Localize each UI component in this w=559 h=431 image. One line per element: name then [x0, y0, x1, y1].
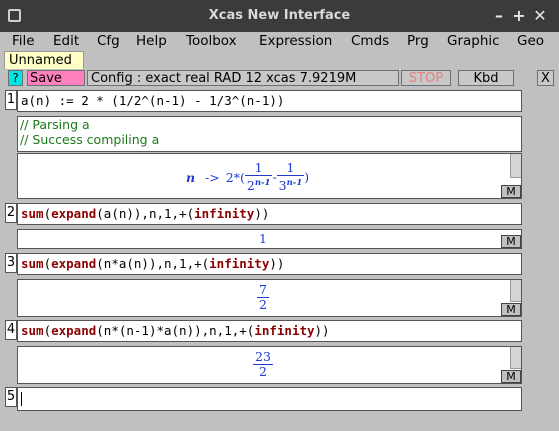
close-session-button[interactable]: X	[537, 70, 554, 86]
log-line: // Success compiling a	[20, 132, 160, 147]
math-output: 72 M	[17, 279, 522, 317]
result-value: 1	[259, 231, 267, 246]
menu-help[interactable]: Help	[136, 32, 167, 51]
maximize-button[interactable]: +	[511, 7, 527, 25]
level-number[interactable]: 1	[5, 90, 17, 110]
log-output: // Parsing a // Success compiling a	[17, 116, 522, 152]
help-button[interactable]: ?	[8, 70, 23, 86]
menu-expression[interactable]: Expression	[259, 32, 332, 51]
title-bar: Xcas New Interface – + ✕	[0, 0, 559, 32]
worksheet: 1 a(n) := 2 * (1/2^(n-1) - 1/3^(n-1)) //…	[4, 88, 523, 420]
output-scrollbar[interactable]	[510, 154, 521, 178]
command-line-active[interactable]	[17, 387, 522, 411]
formula-arrow: ->	[205, 169, 220, 185]
window-bottom	[0, 420, 559, 431]
output-scrollbar[interactable]	[510, 280, 521, 302]
session-toolbar: ? Save Config : exact real RAD 12 xcas 7…	[0, 69, 559, 87]
menu-cfg[interactable]: Cfg	[97, 32, 120, 51]
close-window-button[interactable]: ✕	[532, 7, 548, 25]
command-line[interactable]: sum(expand(n*a(n)),n,1,+(infinity))	[17, 253, 522, 275]
m-button[interactable]: M	[501, 185, 521, 198]
result-fraction: 23 2	[253, 349, 273, 379]
formula-close: )	[304, 169, 310, 185]
output-scrollbar[interactable]	[510, 347, 521, 369]
command-line[interactable]: a(n) := 2 * (1/2^(n-1) - 1/3^(n-1))	[17, 90, 522, 112]
level-number[interactable]: 4	[5, 320, 17, 340]
menu-graphic[interactable]: Graphic	[447, 32, 500, 51]
command-line[interactable]: sum(expand(a(n)),n,1,+(infinity))	[17, 203, 522, 225]
formula-coef: 2*(	[225, 169, 245, 185]
level-number[interactable]: 5	[5, 387, 17, 407]
formula-var: n	[186, 169, 196, 185]
command-line[interactable]: sum(expand(n*(n-1)*a(n)),n,1,+(infinity)…	[17, 320, 522, 342]
menu-geo[interactable]: Geo	[517, 32, 544, 51]
formula: n -> 2*(1 2n-1-1 3n-1)	[186, 161, 309, 193]
level-number[interactable]: 2	[5, 203, 17, 223]
session-tabs: Unnamed	[0, 51, 559, 69]
menu-bar: File Edit Cfg Help Toolbox Expression Cm…	[0, 32, 559, 51]
window-title: Xcas New Interface	[208, 8, 351, 23]
minimize-button[interactable]: –	[491, 7, 507, 25]
keyboard-button[interactable]: Kbd	[458, 70, 514, 86]
m-button[interactable]: M	[501, 235, 521, 248]
log-line: // Parsing a	[20, 117, 90, 132]
menu-edit[interactable]: Edit	[53, 32, 79, 51]
stop-button[interactable]: STOP	[401, 70, 451, 86]
fraction: 1 3n-1	[276, 160, 305, 194]
level-number[interactable]: 3	[5, 253, 17, 273]
menu-cmds[interactable]: Cmds	[351, 32, 389, 51]
menu-prg[interactable]: Prg	[407, 32, 429, 51]
math-output: 23 2 M	[17, 346, 522, 384]
tab-unnamed[interactable]: Unnamed	[4, 51, 84, 69]
save-button[interactable]: Save	[27, 70, 85, 86]
m-button[interactable]: M	[501, 303, 521, 316]
math-output: 1 M	[17, 229, 522, 249]
config-button[interactable]: Config : exact real RAD 12 xcas 7.9219M	[87, 70, 399, 86]
menu-toolbox[interactable]: Toolbox	[186, 32, 237, 51]
math-output: n -> 2*(1 2n-1-1 3n-1) M	[17, 153, 522, 199]
fraction: 1 2n-1	[244, 160, 273, 194]
text-caret	[21, 391, 22, 406]
m-button[interactable]: M	[501, 370, 521, 383]
result-fraction: 72	[257, 282, 269, 312]
menu-file[interactable]: File	[12, 32, 35, 51]
